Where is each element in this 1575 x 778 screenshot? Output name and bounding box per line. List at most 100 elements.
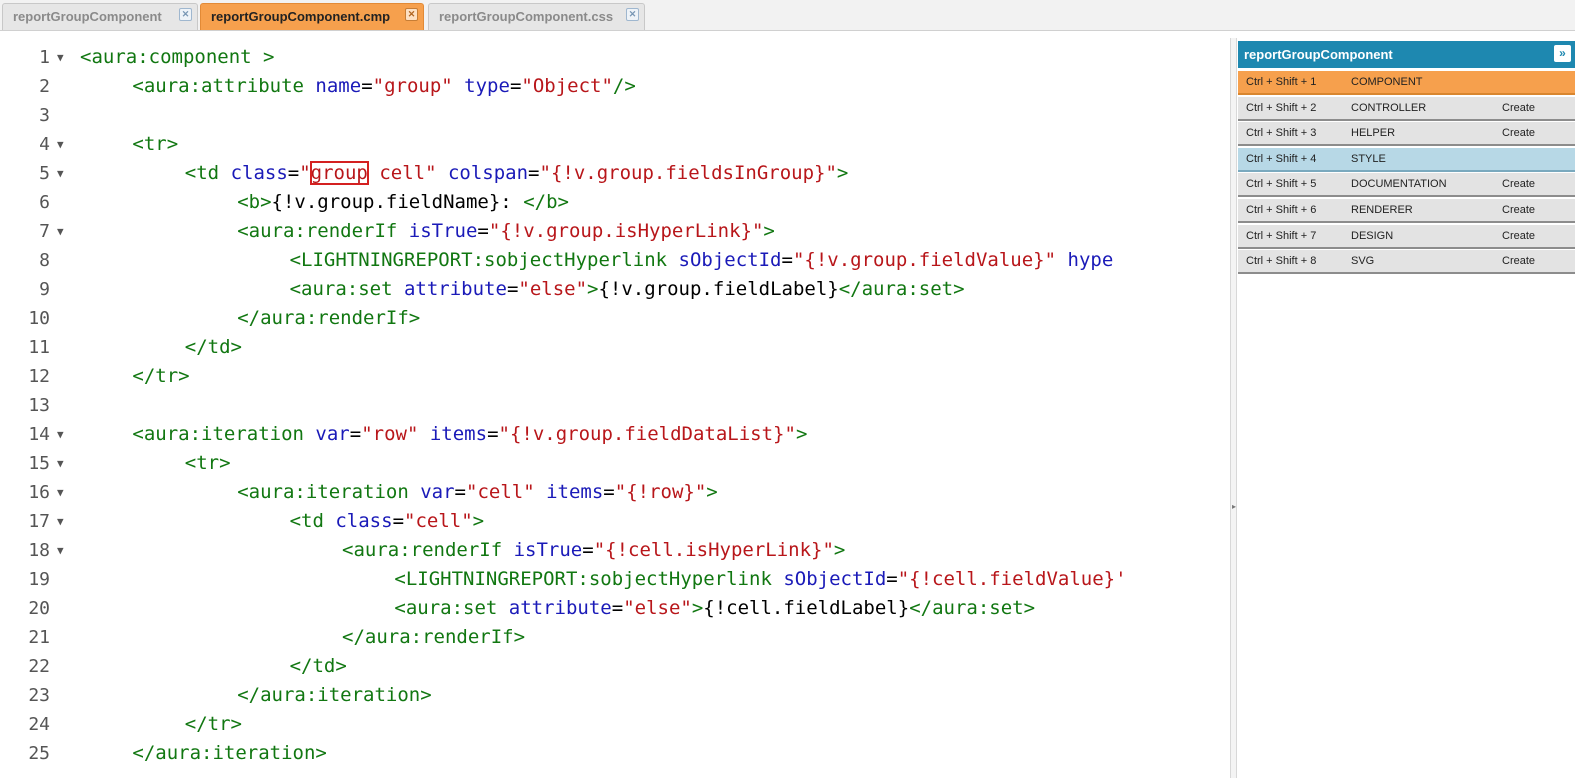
code-line[interactable]: 10 </aura:renderIf>	[0, 304, 1230, 333]
close-icon[interactable]: ✕	[405, 8, 418, 21]
code-token: "cell"	[466, 481, 535, 503]
code-line[interactable]: 7 ▼ <aura:renderIf isTrue="{!v.group.isHyp…	[0, 217, 1230, 246]
code-line[interactable]: 11 </td>	[0, 333, 1230, 362]
code-line[interactable]: 24 </tr>	[0, 710, 1230, 739]
bundle-row-component[interactable]: Ctrl + Shift + 1 COMPONENT	[1238, 71, 1575, 95]
code-token: <tr>	[184, 452, 231, 474]
line-number: 25	[28, 743, 50, 764]
bundle-name: CONTROLLER	[1351, 101, 1427, 114]
bundle-row-helper[interactable]: Ctrl + Shift + 3 HELPER Create	[1238, 122, 1575, 147]
code-line[interactable]: 23 </aura:iteration>	[0, 681, 1230, 710]
tab-report-group-component-css[interactable]: reportGroupComponent.css ✕	[428, 3, 645, 30]
create-link[interactable]: Create	[1502, 122, 1535, 144]
code-line[interactable]: 8 <LIGHTNINGREPORT:sobjectHyperlink sObje…	[0, 246, 1230, 275]
create-link[interactable]: Create	[1502, 173, 1535, 195]
code-token: </tr>	[184, 713, 242, 735]
code-token: "{!row}"	[614, 481, 707, 503]
fold-arrow-icon[interactable]: ▼	[57, 130, 64, 159]
bundle-row-design[interactable]: Ctrl + Shift + 7 DESIGN Create	[1238, 224, 1575, 249]
bundle-row-style[interactable]: Ctrl + Shift + 4 STYLE	[1238, 147, 1575, 172]
code-token: <aura:iteration	[237, 481, 421, 503]
code-line[interactable]: 22 </td>	[0, 652, 1230, 681]
code-token: <td	[289, 510, 336, 532]
splitter-arrow-icon[interactable]: ▸	[1232, 502, 1236, 511]
tab-report-group-component[interactable]: reportGroupComponent ✕	[2, 3, 198, 30]
code-line[interactable]: 1 ▼ <aura:component >	[0, 43, 1230, 72]
code-token: "row"	[361, 423, 419, 445]
code-line[interactable]: 15 ▼ <tr>	[0, 449, 1230, 478]
bundle-row-svg[interactable]: Ctrl + Shift + 8 SVG Create	[1238, 250, 1575, 275]
create-link[interactable]: Create	[1502, 97, 1535, 119]
code-text: <aura:attribute name="group" type="Objec…	[80, 72, 635, 101]
line-number: 10	[28, 308, 50, 329]
panel-splitter[interactable]: ▸	[1230, 38, 1237, 778]
create-link[interactable]: Create	[1502, 250, 1535, 272]
fold-arrow-icon[interactable]: ▼	[57, 420, 64, 449]
code-token: <aura:set	[289, 278, 404, 300]
code-token: {!v.group.fieldLabel}	[598, 278, 839, 300]
create-link[interactable]: Create	[1502, 225, 1535, 247]
code-line[interactable]: 12 </tr>	[0, 362, 1230, 391]
code-token: =	[582, 539, 594, 561]
code-line[interactable]: 19 <LIGHTNINGREPORT:sobjectHyperlink sObj…	[0, 565, 1230, 594]
bundle-name: DESIGN	[1351, 229, 1394, 242]
create-link[interactable]: Create	[1502, 199, 1535, 221]
code-token: <aura:component >	[80, 46, 275, 68]
code-token: =	[611, 597, 624, 619]
code-token: </td>	[184, 336, 242, 358]
code-line[interactable]: 4 ▼ <tr>	[0, 130, 1230, 159]
code-token: <td	[184, 162, 231, 184]
collapse-panel-icon[interactable]: »	[1554, 45, 1571, 62]
code-line[interactable]: 17 ▼ <td class="cell">	[0, 507, 1230, 536]
code-line[interactable]: 9 <aura:set attribute="else">{!v.group.fi…	[0, 275, 1230, 304]
fold-arrow-icon[interactable]: ▼	[57, 449, 64, 478]
fold-arrow-icon[interactable]: ▼	[57, 43, 64, 72]
fold-arrow-icon[interactable]: ▼	[57, 507, 64, 536]
bundle-row-renderer[interactable]: Ctrl + Shift + 6 RENDERER Create	[1238, 199, 1575, 223]
code-token: <LIGHTNINGREPORT:sobjectHyperlink	[394, 568, 784, 590]
code-token: </aura:set>	[838, 278, 965, 300]
code-line[interactable]: 16 ▼ <aura:iteration var="cell" items="{!r…	[0, 478, 1230, 507]
code-text: </td>	[80, 652, 347, 681]
code-line[interactable]: 14 ▼ <aura:iteration var="row" items="{!v.…	[0, 420, 1230, 449]
bundle-name: HELPER	[1351, 127, 1396, 140]
code-line[interactable]: 13	[0, 391, 1230, 420]
fold-arrow-icon[interactable]: ▼	[57, 536, 64, 565]
line-number: 13	[28, 395, 50, 416]
code-line[interactable]: 3	[0, 101, 1230, 130]
code-line[interactable]: 6 <b>{!v.group.fieldName}: </b>	[0, 188, 1230, 217]
code-text: </tr>	[80, 362, 189, 391]
code-token: var	[420, 481, 455, 503]
code-line[interactable]: 21 </aura:renderIf>	[0, 623, 1230, 652]
code-text: </td>	[80, 333, 242, 362]
code-text: <aura:component >	[80, 43, 274, 72]
tab-report-group-component-cmp[interactable]: reportGroupComponent.cmp ✕	[200, 3, 424, 30]
bundle-row-documentation[interactable]: Ctrl + Shift + 5 DOCUMENTATION Create	[1238, 173, 1575, 198]
close-icon[interactable]: ✕	[179, 8, 192, 21]
code-token: "{!v.group.isHyperLink}"	[488, 220, 764, 242]
close-icon[interactable]: ✕	[626, 8, 639, 21]
code-token: items	[546, 481, 604, 503]
code-token: =	[509, 75, 522, 97]
fold-arrow-icon[interactable]: ▼	[57, 217, 64, 246]
code-token: type	[464, 75, 510, 97]
code-token: =	[477, 220, 489, 242]
code-line[interactable]: 25 </aura:iteration>	[0, 739, 1230, 768]
fold-arrow-icon[interactable]: ▼	[57, 159, 64, 188]
fold-arrow-icon[interactable]: ▼	[57, 478, 64, 507]
highlighted-token: group	[309, 161, 369, 185]
code-line[interactable]: 20 <aura:set attribute="else">{!cell.fiel…	[0, 594, 1230, 623]
code-line[interactable]: 2 <aura:attribute name="group" type="Obje…	[0, 72, 1230, 101]
code-token: class	[335, 510, 393, 532]
code-line[interactable]: 18 ▼ <aura:renderIf isTrue="{!cell.isHyper…	[0, 536, 1230, 565]
code-editor[interactable]: 1 ▼ <aura:component > 2 <aura:attribute name…	[0, 38, 1230, 778]
line-number: 6	[39, 192, 50, 213]
shortcut-label: Ctrl + Shift + 5	[1246, 178, 1317, 191]
code-line[interactable]: 5 ▼ <td class="group cell" colspan="{!v.gr…	[0, 159, 1230, 188]
code-text: </aura:renderIf>	[80, 623, 525, 652]
code-token: </td>	[289, 655, 347, 677]
bundle-row-controller[interactable]: Ctrl + Shift + 2 CONTROLLER Create	[1238, 96, 1575, 121]
